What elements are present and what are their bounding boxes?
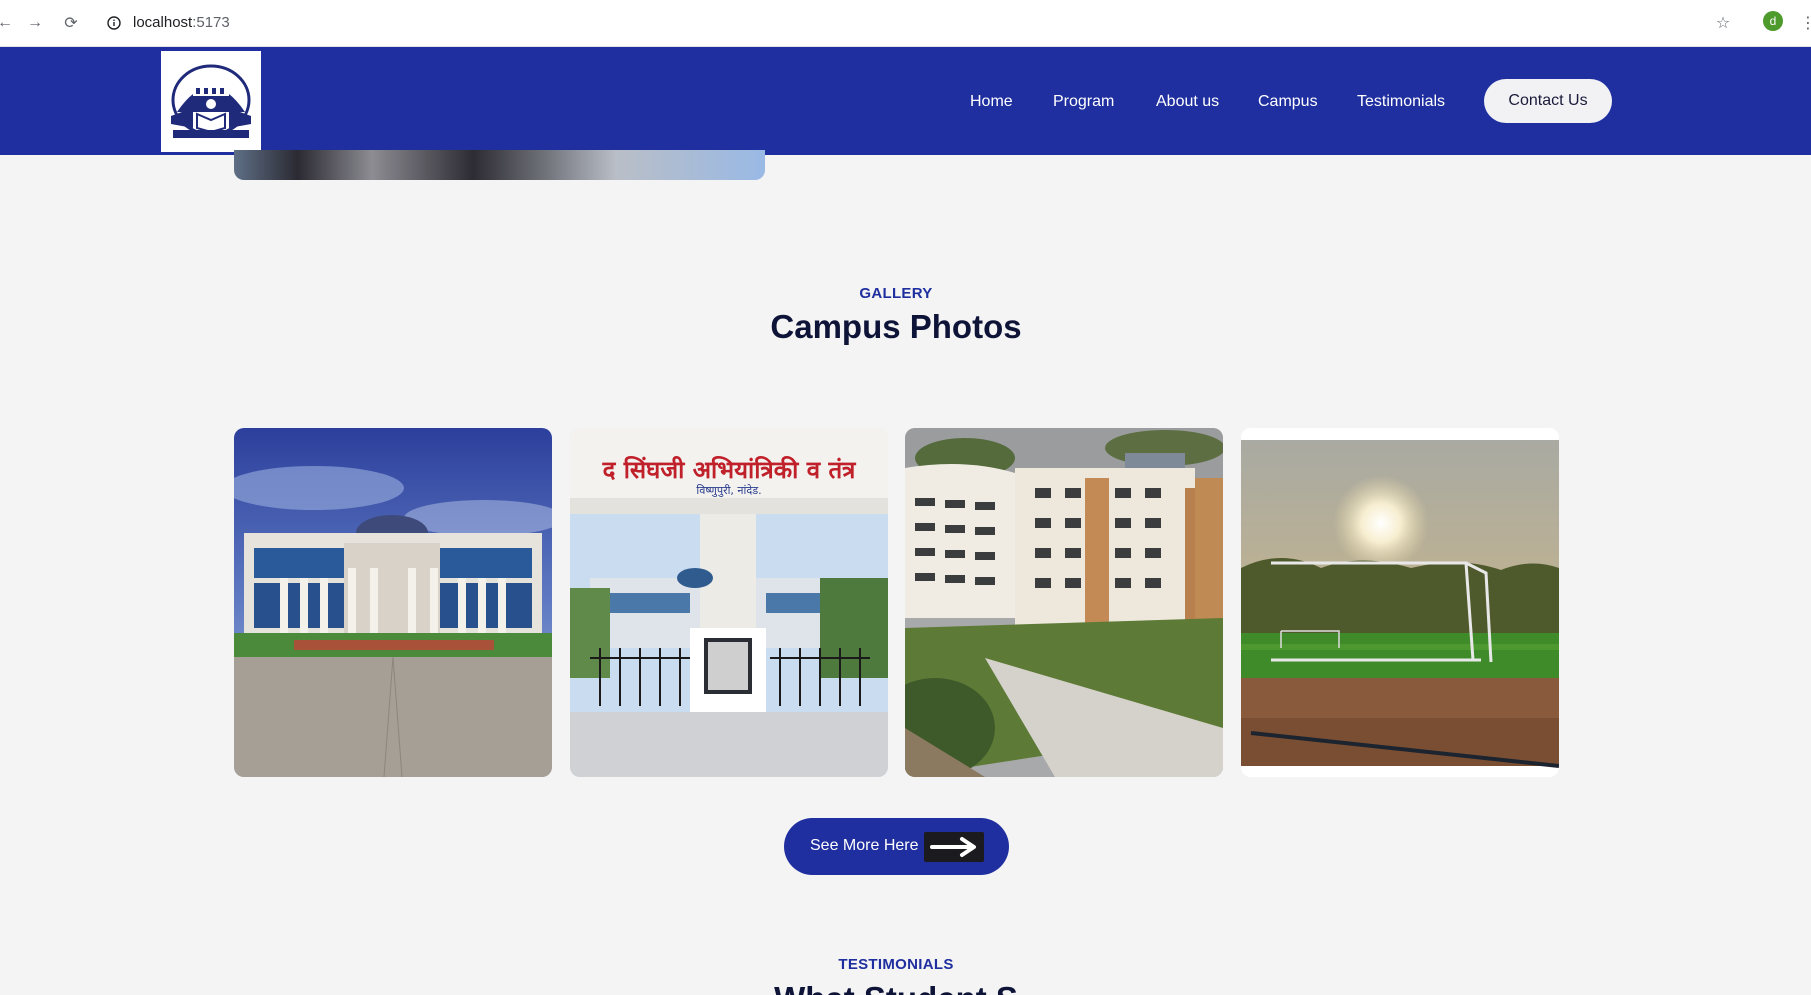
address-bar[interactable]: localhost:5173: [133, 12, 230, 34]
svg-text:द सिंघजी अभियांत्रिकी व तंत्र: द सिंघजी अभियांत्रिकी व तंत्र: [602, 456, 858, 484]
sports-ground-photo: [1241, 428, 1559, 777]
testimonials-title: What Student S: [0, 980, 1792, 995]
bookmark-star-icon[interactable]: ☆: [1712, 12, 1734, 34]
college-emblem-icon[interactable]: [161, 51, 261, 152]
testimonials-title-wrap: What Student S: [0, 980, 1792, 995]
testimonials-eyebrow: TESTIMONIALS: [838, 956, 954, 973]
previous-section-image: [234, 150, 765, 180]
contact-us-button[interactable]: Contact Us: [1484, 79, 1612, 123]
see-more-button[interactable]: See More Here: [784, 818, 1009, 875]
svg-text:विष्णुपुरी, नांदेड.: विष्णुपुरी, नांदेड.: [696, 484, 761, 497]
site-navbar: Home Program About us Campus Testimonial…: [0, 47, 1811, 155]
browser-toolbar: ← → ⟳ localhost:5173 ☆ d ⋮: [0, 0, 1811, 47]
gallery-eyebrow: GALLERY: [859, 285, 933, 302]
back-icon[interactable]: ←: [0, 12, 16, 34]
nav-about-us[interactable]: About us: [1156, 92, 1219, 112]
menu-kebab-icon[interactable]: ⋮: [1797, 12, 1811, 34]
gallery-title: Campus Photos: [770, 308, 1022, 345]
nav-testimonials[interactable]: Testimonials: [1357, 92, 1445, 112]
main-building-photo: [234, 428, 552, 777]
profile-avatar[interactable]: d: [1763, 11, 1783, 31]
nav-campus[interactable]: Campus: [1258, 92, 1318, 112]
see-more-label: See More Here: [810, 837, 919, 854]
hostel-building-photo: [905, 428, 1223, 777]
forward-icon[interactable]: →: [24, 12, 46, 34]
nav-home[interactable]: Home: [970, 92, 1013, 112]
nav-program[interactable]: Program: [1053, 92, 1114, 112]
entrance-gate-photo: द सिंघजी अभियांत्रिकी व तंत्र विष्णुपुरी…: [570, 428, 888, 777]
site-info-icon[interactable]: [103, 12, 125, 34]
arrow-right-icon: [924, 832, 984, 862]
reload-icon[interactable]: ⟳: [60, 12, 82, 34]
